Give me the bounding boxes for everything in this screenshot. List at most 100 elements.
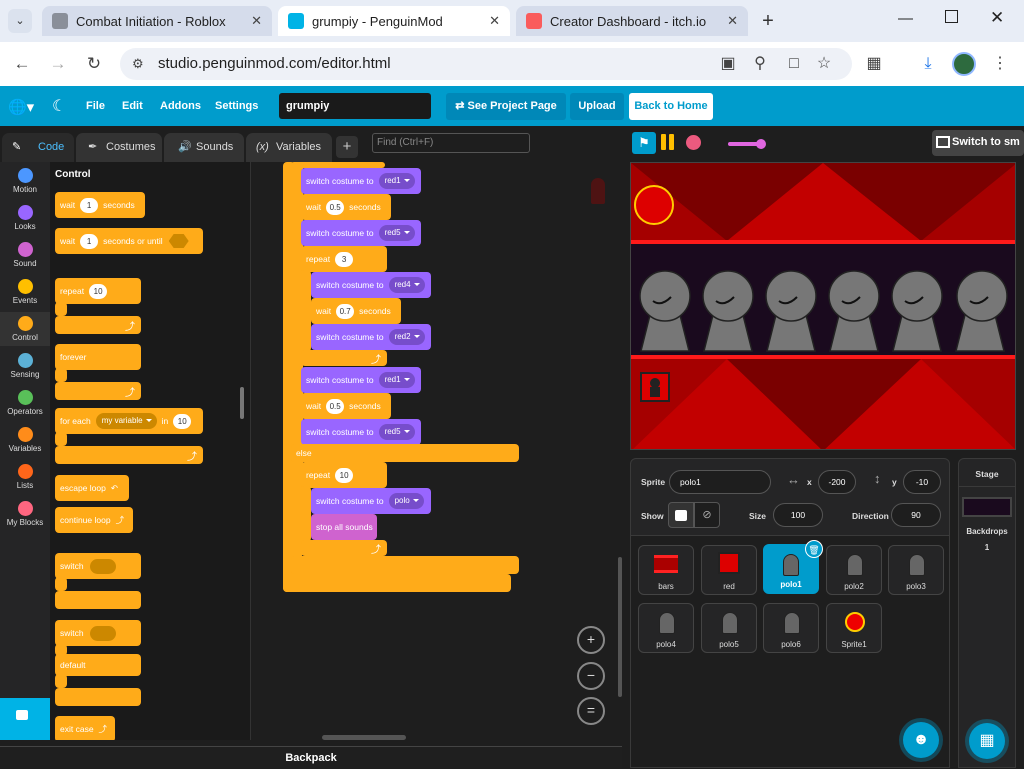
- direction-input[interactable]: 90: [891, 503, 941, 527]
- addons-menu[interactable]: Addons: [160, 86, 201, 126]
- block-input[interactable]: 10: [335, 467, 354, 483]
- backpack-bar[interactable]: Backpack: [0, 746, 622, 768]
- sprite-tile-polo1[interactable]: polo1 🗑: [763, 540, 823, 594]
- tab-costumes[interactable]: ✒ Costumes: [76, 133, 162, 162]
- continue-loop-block[interactable]: continue loop ⤴: [55, 507, 133, 533]
- sprite-name-input[interactable]: polo1: [669, 470, 771, 494]
- default-block[interactable]: default: [55, 654, 141, 676]
- switch-costume-block[interactable]: switch costume to polo: [311, 488, 431, 514]
- delete-sprite-icon[interactable]: 🗑: [805, 540, 823, 558]
- switch-costume-block[interactable]: switch costume to red1: [301, 367, 421, 393]
- costume-dropdown[interactable]: red1: [378, 372, 415, 388]
- block-input[interactable]: 0.5: [326, 199, 345, 215]
- tab-code[interactable]: ✎ Code: [2, 133, 74, 162]
- costume-dropdown[interactable]: polo: [388, 493, 424, 509]
- block-input[interactable]: 1: [80, 197, 99, 213]
- palette-scrollbar[interactable]: [240, 387, 244, 419]
- close-tab-icon[interactable]: ✕: [727, 13, 738, 29]
- tab-sounds[interactable]: 🔊 Sounds: [164, 133, 244, 162]
- costume-dropdown[interactable]: red1: [378, 173, 415, 189]
- add-backdrop-button[interactable]: ▦: [969, 723, 1005, 759]
- volume-slider[interactable]: [728, 139, 766, 149]
- green-flag-button[interactable]: ⚑: [632, 132, 656, 154]
- repeat-block[interactable]: repeat 10: [55, 278, 141, 304]
- block-input[interactable]: 1: [80, 233, 99, 249]
- wait-until-block[interactable]: wait 1 seconds or until: [55, 228, 203, 254]
- costume-dropdown[interactable]: red5: [378, 424, 415, 440]
- for-each-block[interactable]: for each my variable in 10: [55, 408, 203, 434]
- workspace-vertical-scrollbar[interactable]: [618, 557, 622, 697]
- sprite-tile-polo4[interactable]: polo4: [638, 603, 694, 653]
- sprite-tile-bars[interactable]: bars: [638, 545, 694, 595]
- block-input[interactable]: 10: [173, 413, 192, 429]
- workspace-horizontal-scrollbar[interactable]: [322, 735, 406, 740]
- new-tab-button[interactable]: +: [755, 8, 781, 34]
- file-menu[interactable]: File: [86, 86, 105, 126]
- stage-target-pane[interactable]: Stage Backdrops 1 ▦: [958, 458, 1016, 768]
- browser-tab-itchio[interactable]: Creator Dashboard - itch.io ✕: [516, 6, 748, 36]
- wait-block[interactable]: wait 1 seconds: [55, 192, 145, 218]
- url-field[interactable]: ⚙ studio.penguinmod.com/editor.html: [120, 48, 852, 80]
- category-looks[interactable]: Looks: [0, 205, 50, 231]
- tab-variables[interactable]: (x) Variables: [246, 133, 332, 162]
- wait-block[interactable]: wait 0.7 seconds: [311, 298, 401, 324]
- sprite-tile-polo5[interactable]: polo5: [701, 603, 757, 653]
- tab-list-icon[interactable]: ⌄: [8, 9, 32, 33]
- browser-menu-icon[interactable]: ⋮: [988, 52, 1012, 76]
- forward-icon[interactable]: →: [46, 52, 70, 76]
- category-variables[interactable]: Variables: [0, 427, 50, 453]
- settings-menu[interactable]: Settings: [215, 86, 258, 126]
- zoom-out-button[interactable]: −: [577, 662, 605, 690]
- switch-costume-block[interactable]: switch costume to red4: [311, 272, 431, 298]
- category-events[interactable]: Events: [0, 279, 50, 305]
- switch-default-block[interactable]: switch: [55, 620, 141, 646]
- profile-avatar[interactable]: [952, 52, 976, 76]
- exit-case-block[interactable]: exit case ⤴: [55, 716, 115, 740]
- extensions-icon[interactable]: ▦: [862, 52, 886, 76]
- category-lists[interactable]: Lists: [0, 464, 50, 490]
- variable-dropdown[interactable]: my variable: [95, 413, 157, 429]
- find-input[interactable]: Find (Ctrl+F): [372, 133, 530, 153]
- close-tab-icon[interactable]: ✕: [489, 13, 500, 29]
- zoom-icon[interactable]: ⚲: [748, 52, 772, 76]
- costume-dropdown[interactable]: red4: [388, 277, 425, 293]
- switch-block[interactable]: switch: [55, 553, 141, 579]
- add-sprite-button[interactable]: ☻: [903, 722, 939, 758]
- category-sound[interactable]: Sound: [0, 242, 50, 268]
- block-input[interactable]: 10: [89, 283, 108, 299]
- escape-loop-block[interactable]: escape loop ↶: [55, 475, 129, 501]
- sprite-tile-polo3[interactable]: polo3: [888, 545, 944, 595]
- stage-canvas[interactable]: [630, 162, 1016, 450]
- x-input[interactable]: -200: [818, 470, 856, 494]
- upload-button[interactable]: Upload: [570, 93, 624, 120]
- add-tab-button[interactable]: +: [336, 136, 358, 158]
- repeat-block[interactable]: repeat 3: [301, 246, 387, 272]
- page-icon[interactable]: □: [782, 52, 806, 76]
- wait-block[interactable]: wait 0.5 seconds: [301, 194, 391, 220]
- category-operators[interactable]: Operators: [0, 390, 50, 416]
- volume-slider-knob[interactable]: [756, 139, 766, 149]
- close-tab-icon[interactable]: ✕: [251, 13, 262, 29]
- site-info-icon[interactable]: ⚙: [132, 48, 144, 80]
- install-app-icon[interactable]: ▣: [716, 52, 740, 76]
- small-stage-button[interactable]: Switch to sm: [932, 130, 1024, 156]
- language-globe-icon[interactable]: 🌐▾: [8, 98, 34, 116]
- switch-costume-block[interactable]: switch costume to red5: [301, 220, 421, 246]
- switch-costume-block[interactable]: switch costume to red2: [311, 324, 431, 350]
- extensions-button[interactable]: [0, 698, 50, 740]
- switch-slot[interactable]: [89, 558, 116, 574]
- project-title-input[interactable]: grumpiy: [279, 93, 431, 119]
- repeat-block[interactable]: repeat 10: [301, 462, 387, 488]
- category-motion[interactable]: Motion: [0, 168, 50, 194]
- wait-block[interactable]: wait 0.5 seconds: [301, 393, 391, 419]
- costume-dropdown[interactable]: red5: [378, 225, 415, 241]
- zoom-in-button[interactable]: +: [577, 626, 605, 654]
- back-icon[interactable]: ←: [10, 52, 34, 76]
- switch-costume-block[interactable]: switch costume to red1: [301, 168, 421, 194]
- block-input[interactable]: 0.5: [326, 398, 345, 414]
- show-visible-button[interactable]: [668, 502, 694, 528]
- switch-costume-block[interactable]: switch costume to red5: [301, 419, 421, 445]
- browser-tab-penguinmod[interactable]: grumpiy - PenguinMod ✕: [278, 6, 510, 36]
- block-input[interactable]: 0.7: [336, 303, 355, 319]
- sprite-tile-sprite1[interactable]: Sprite1: [826, 603, 882, 653]
